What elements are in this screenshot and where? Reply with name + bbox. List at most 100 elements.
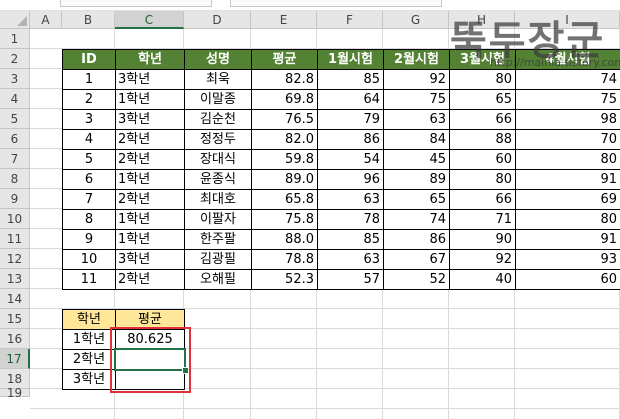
table-cell[interactable]: 86: [317, 129, 384, 150]
table-cell[interactable]: 2학년: [115, 129, 185, 150]
table-cell[interactable]: 80: [515, 209, 620, 230]
column-header-a[interactable]: A: [30, 11, 62, 29]
table-cell[interactable]: 7: [62, 189, 116, 210]
table-cell[interactable]: 59.8: [251, 149, 318, 170]
table-cell[interactable]: 74: [383, 209, 450, 230]
table-cell[interactable]: 78: [317, 209, 384, 230]
column-header-d[interactable]: D: [184, 11, 251, 29]
table-cell[interactable]: 2학년: [115, 189, 185, 210]
table-cell[interactable]: 8: [62, 209, 116, 230]
column-header-b[interactable]: B: [62, 11, 115, 29]
table-cell[interactable]: 75: [383, 89, 450, 110]
table-cell[interactable]: 1학년: [115, 169, 185, 190]
row-header-4[interactable]: 4: [0, 89, 30, 109]
table-cell[interactable]: 75: [515, 89, 620, 110]
table-cell[interactable]: 66: [449, 109, 516, 130]
row-header-10[interactable]: 10: [0, 209, 30, 229]
row-header-11[interactable]: 11: [0, 229, 30, 249]
table-cell[interactable]: 80: [515, 149, 620, 170]
table-cell[interactable]: 2학년: [115, 149, 185, 170]
table-cell[interactable]: 2학년: [115, 269, 185, 290]
table-cell[interactable]: 1학년: [115, 229, 185, 250]
row-header-7[interactable]: 7: [0, 149, 30, 169]
row-header-16[interactable]: 16: [0, 329, 30, 349]
table-cell[interactable]: 91: [515, 169, 620, 190]
row-header-12[interactable]: 12: [0, 249, 30, 269]
table-cell[interactable]: 80: [449, 169, 516, 190]
row-header-2[interactable]: 2: [0, 49, 30, 69]
summary-cell[interactable]: 3학년: [62, 369, 116, 390]
table-cell[interactable]: 82.8: [251, 69, 318, 90]
table-cell[interactable]: 76.5: [251, 109, 318, 130]
table-cell[interactable]: 89: [383, 169, 450, 190]
table-cell[interactable]: 57: [317, 269, 384, 290]
table-cell[interactable]: 최대호: [184, 189, 252, 210]
table-cell[interactable]: 85: [317, 69, 384, 90]
table-cell[interactable]: 10: [62, 249, 116, 270]
row-header-5[interactable]: 5: [0, 109, 30, 129]
table-cell[interactable]: 60: [449, 149, 516, 170]
table-cell[interactable]: 정정두: [184, 129, 252, 150]
table-cell[interactable]: 93: [515, 249, 620, 270]
table-cell[interactable]: 2: [62, 89, 116, 110]
table-cell[interactable]: 45: [383, 149, 450, 170]
row-header-19[interactable]: 19: [0, 387, 30, 399]
table-cell[interactable]: 윤종식: [184, 169, 252, 190]
table-cell[interactable]: 1학년: [115, 209, 185, 230]
table-cell[interactable]: 91: [515, 229, 620, 250]
table-cell[interactable]: 88: [449, 129, 516, 150]
table-cell[interactable]: 63: [317, 189, 384, 210]
table-cell[interactable]: 65: [449, 89, 516, 110]
table-cell[interactable]: 96: [317, 169, 384, 190]
summary-cell[interactable]: 1학년: [62, 329, 116, 350]
row-header-15[interactable]: 15: [0, 309, 30, 329]
table-cell[interactable]: 52.3: [251, 269, 318, 290]
table-cell[interactable]: 79: [317, 109, 384, 130]
table-cell[interactable]: 4: [62, 129, 116, 150]
table-cell[interactable]: 한주팔: [184, 229, 252, 250]
table-cell[interactable]: 90: [449, 229, 516, 250]
row-header-9[interactable]: 9: [0, 189, 30, 209]
table-cell[interactable]: 82.0: [251, 129, 318, 150]
table-cell[interactable]: 70: [515, 129, 620, 150]
table-cell[interactable]: 84: [383, 129, 450, 150]
column-header-c[interactable]: C: [115, 11, 184, 29]
table-cell[interactable]: 9: [62, 229, 116, 250]
table-cell[interactable]: 3: [62, 109, 116, 130]
table-cell[interactable]: 1: [62, 69, 116, 90]
table-cell[interactable]: 88.0: [251, 229, 318, 250]
table-cell[interactable]: 75.8: [251, 209, 318, 230]
table-cell[interactable]: 이팔자: [184, 209, 252, 230]
table-cell[interactable]: 3학년: [115, 109, 185, 130]
table-cell[interactable]: 64: [317, 89, 384, 110]
column-header-g[interactable]: G: [383, 11, 449, 29]
row-header-13[interactable]: 13: [0, 269, 30, 289]
table-cell[interactable]: 67: [383, 249, 450, 270]
table-cell[interactable]: 최욱: [184, 69, 252, 90]
table-cell[interactable]: 52: [383, 269, 450, 290]
table-cell[interactable]: 65.8: [251, 189, 318, 210]
table-cell[interactable]: 92: [383, 69, 450, 90]
row-header-1[interactable]: 1: [0, 29, 30, 49]
table-cell[interactable]: 63: [383, 109, 450, 130]
table-cell[interactable]: 6: [62, 169, 116, 190]
table-cell[interactable]: 3학년: [115, 249, 185, 270]
table-cell[interactable]: 이말종: [184, 89, 252, 110]
row-header-17[interactable]: 17: [0, 349, 30, 369]
row-header-6[interactable]: 6: [0, 129, 30, 149]
table-cell[interactable]: 71: [449, 209, 516, 230]
table-cell[interactable]: 63: [317, 249, 384, 270]
table-cell[interactable]: 86: [383, 229, 450, 250]
table-cell[interactable]: 40: [449, 269, 516, 290]
table-cell[interactable]: 98: [515, 109, 620, 130]
table-cell[interactable]: 5: [62, 149, 116, 170]
column-header-e[interactable]: E: [251, 11, 317, 29]
select-all-corner[interactable]: [0, 11, 30, 29]
table-cell[interactable]: 66: [449, 189, 516, 210]
column-header-f[interactable]: F: [317, 11, 383, 29]
table-cell[interactable]: 장대식: [184, 149, 252, 170]
table-cell[interactable]: 김순천: [184, 109, 252, 130]
row-header-8[interactable]: 8: [0, 169, 30, 189]
row-header-3[interactable]: 3: [0, 69, 30, 89]
table-cell[interactable]: 92: [449, 249, 516, 270]
